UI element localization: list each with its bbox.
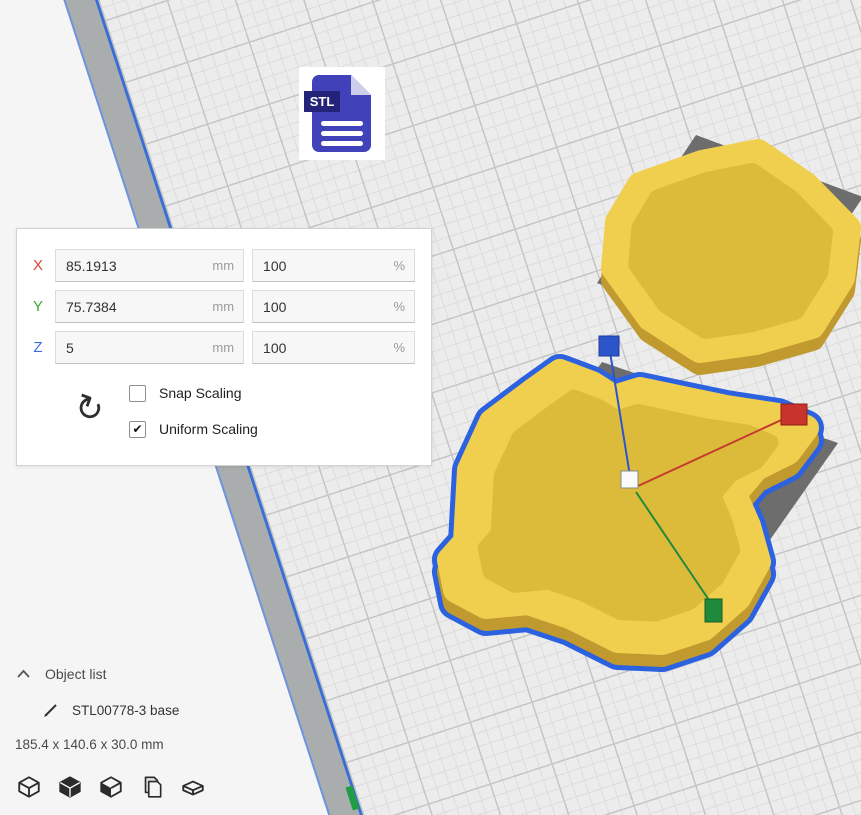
snap-scaling-checkbox[interactable] bbox=[129, 385, 146, 402]
check-icon: ✔ bbox=[132, 422, 142, 436]
uniform-scaling-checkbox[interactable]: ✔ bbox=[129, 421, 146, 438]
stl-label: STL bbox=[310, 94, 335, 109]
file-pages-icon[interactable] bbox=[137, 772, 167, 802]
object-dimensions: 185.4 x 140.6 x 30.0 mm bbox=[15, 737, 164, 752]
z-percent-input[interactable] bbox=[252, 331, 415, 364]
object-list-title: Object list bbox=[45, 666, 106, 682]
x-percent-field: % bbox=[252, 249, 415, 282]
reset-scale-button[interactable]: ↺ bbox=[63, 383, 114, 434]
scale-handle-y[interactable] bbox=[705, 599, 722, 622]
x-percent-input[interactable] bbox=[252, 249, 415, 282]
stl-file-icon: STL bbox=[299, 67, 385, 160]
cube-half-icon[interactable] bbox=[96, 772, 126, 802]
uniform-scaling-label: Uniform Scaling bbox=[159, 421, 258, 437]
z-size-field: mm bbox=[55, 331, 244, 364]
scale-handle-z[interactable] bbox=[599, 336, 619, 356]
scale-handle-center[interactable] bbox=[621, 471, 638, 488]
y-size-input[interactable] bbox=[55, 290, 244, 323]
model-unselected[interactable] bbox=[614, 152, 848, 362]
reset-icon: ↺ bbox=[69, 385, 109, 432]
object-item-name: STL00778-3 base bbox=[72, 703, 179, 718]
x-size-input[interactable] bbox=[55, 249, 244, 282]
z-axis-label: Z bbox=[29, 339, 47, 356]
x-size-field: mm bbox=[55, 249, 244, 282]
y-size-field: mm bbox=[55, 290, 244, 323]
cube-solid-icon[interactable] bbox=[55, 772, 85, 802]
scale-handle-x[interactable] bbox=[781, 404, 807, 425]
scale-tool-panel: X mm % Y mm % Z mm bbox=[16, 228, 432, 466]
cube-wireframe-icon[interactable] bbox=[14, 772, 44, 802]
y-percent-input[interactable] bbox=[252, 290, 415, 323]
flat-box-icon[interactable] bbox=[178, 772, 208, 802]
y-axis-label: Y bbox=[29, 298, 47, 315]
object-list-header[interactable]: Object list bbox=[16, 666, 106, 682]
pencil-icon bbox=[42, 702, 60, 718]
chevron-up-icon bbox=[16, 669, 31, 679]
view-mode-toolbar bbox=[14, 772, 208, 802]
viewport[interactable]: STL X mm % Y mm % bbox=[0, 0, 861, 815]
z-percent-field: % bbox=[252, 331, 415, 364]
y-percent-field: % bbox=[252, 290, 415, 323]
object-list-item[interactable]: STL00778-3 base bbox=[42, 702, 179, 718]
snap-scaling-label: Snap Scaling bbox=[159, 385, 242, 401]
z-size-input[interactable] bbox=[55, 331, 244, 364]
model-selected[interactable] bbox=[450, 372, 806, 654]
stl-file-badge: STL bbox=[299, 67, 385, 160]
x-axis-label: X bbox=[29, 257, 47, 274]
